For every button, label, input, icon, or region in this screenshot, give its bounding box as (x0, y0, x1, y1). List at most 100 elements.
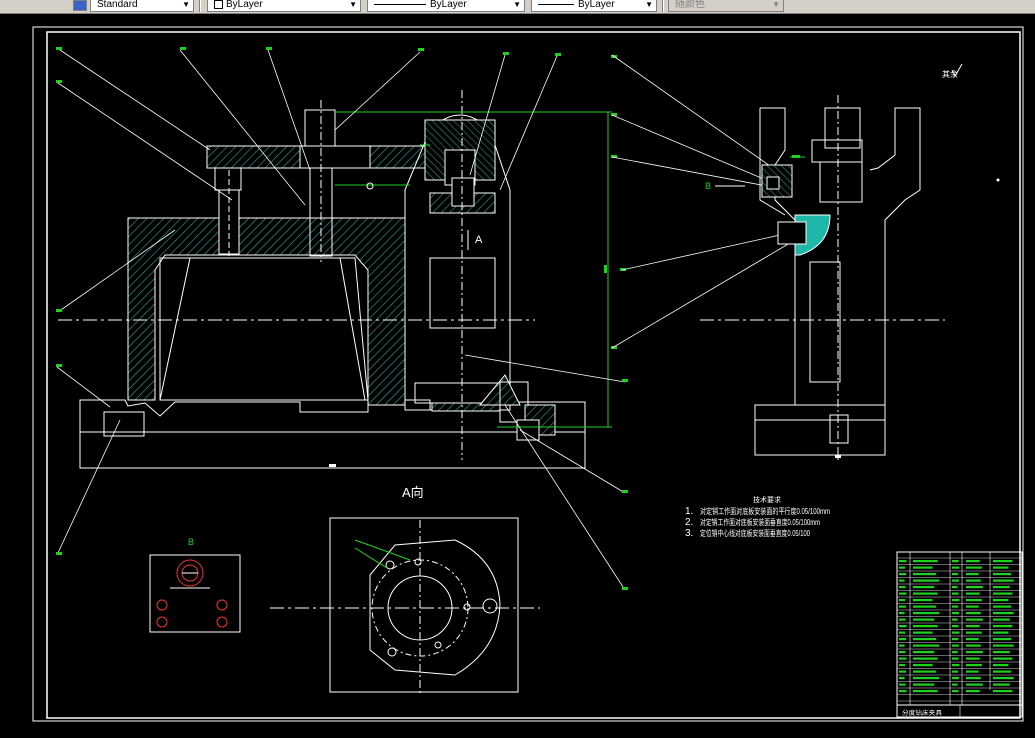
parts-list-cell (993, 612, 1014, 615)
parts-list-cell (952, 651, 958, 654)
lineweight-sample (538, 3, 574, 5)
parts-list-cell (913, 670, 936, 673)
parts-list-cell (899, 566, 906, 569)
parts-list-cell (952, 631, 960, 634)
parts-list-cell (993, 644, 1014, 647)
drawing-canvas[interactable]: A B 其余 A向 B 技术要求 1. 对定销工作面对底板安装面的平行度0.05… (0, 14, 1035, 738)
parts-list-cell (993, 638, 1012, 641)
parts-list-cell (966, 612, 981, 615)
parts-list-cell (966, 638, 979, 641)
view-a-title: A向 (402, 485, 424, 500)
parts-list-cell (966, 625, 980, 628)
parts-list-cell (899, 644, 905, 647)
parts-list-cell (966, 599, 982, 602)
tech-req-1-num: 1. (685, 506, 693, 517)
text-style-icon[interactable] (73, 0, 87, 11)
parts-list-cell (899, 677, 905, 680)
lineweight-dropdown[interactable]: ByLayer ▼ (531, 0, 657, 12)
parts-list-cell (966, 690, 980, 693)
parts-list-cell (952, 618, 958, 621)
view-a (270, 517, 540, 695)
linetype-sample (374, 3, 426, 5)
parts-list-cell (952, 599, 960, 602)
parts-list-cell (966, 631, 982, 634)
parts-list-cell (952, 605, 959, 608)
parts-list-cell (952, 657, 959, 660)
parts-list-cell (966, 683, 983, 686)
parts-list-cell (993, 560, 1013, 563)
parts-list-cell (913, 631, 933, 634)
parts-list-cell (966, 657, 980, 660)
parts-list-cell (913, 560, 938, 563)
parts-list-cell (993, 605, 1012, 608)
detail-b-title: B (188, 537, 194, 547)
parts-list-cell (899, 651, 906, 654)
parts-list-cell (913, 664, 933, 667)
parts-list-cell (899, 605, 907, 608)
parts-list-cell (993, 625, 1013, 628)
parts-list-cell (913, 566, 933, 569)
parts-list-cell (899, 586, 906, 589)
parts-list-cell (966, 651, 983, 654)
parts-list-cell (899, 638, 907, 641)
parts-list-cell (993, 592, 1013, 595)
parts-list-cell (899, 579, 905, 582)
parts-list-cell (913, 612, 940, 615)
parts-list-cell (993, 599, 1009, 602)
parts-list-cell (966, 677, 981, 680)
parts-list-cell (993, 683, 1010, 686)
parts-list-cell (913, 651, 935, 654)
parts-list-cell (966, 592, 980, 595)
parts-list-cell (899, 664, 906, 667)
parts-list-cell (913, 638, 936, 641)
parts-list-cell (913, 592, 938, 595)
parts-list-cell (952, 670, 959, 673)
parts-list-cell (966, 644, 981, 647)
parts-list-cell (993, 651, 1010, 654)
side-view (611, 54, 1000, 460)
parts-list-cell (966, 586, 983, 589)
tech-requirements: 技术要求 1. 对定销工作面对底板安装面的平行度0.05/100mm 2. 对定… (685, 495, 830, 539)
parts-list-cell (899, 631, 906, 634)
detail-b (149, 554, 241, 633)
parts-list-cell (966, 670, 979, 673)
layer-color-dropdown[interactable]: ByLayer ▼ (207, 0, 361, 12)
parts-list-cell (952, 677, 960, 680)
parts-list-cell (899, 573, 907, 576)
parts-list-cell (993, 573, 1012, 576)
text-style-dropdown[interactable]: Standard ▼ (90, 0, 194, 12)
parts-list-cell (952, 664, 960, 667)
parts-list-cell (913, 657, 938, 660)
parts-list-cell (952, 586, 958, 589)
parts-list-cell (993, 664, 1009, 667)
parts-list-cell (952, 579, 960, 582)
layer-color-value: ByLayer (226, 0, 263, 11)
tech-req-2-text: 对定销工作面对底板安装面垂直度0.05/100mm (700, 517, 820, 527)
parts-list-cell (913, 586, 935, 589)
parts-list-cell (952, 592, 959, 595)
parts-list-cell (966, 664, 982, 667)
front-view (58, 90, 612, 469)
chevron-down-icon: ▼ (182, 0, 190, 9)
parts-list-cell (952, 560, 959, 563)
parts-list-cell (952, 566, 960, 569)
parts-list-cell (899, 683, 906, 686)
parts-list-cell (899, 670, 907, 673)
parts-list-cell (952, 638, 959, 641)
tech-req-3-text: 定位销中心线对底板安装面垂直度0.05/100 (700, 528, 810, 538)
parts-list-cell (899, 657, 907, 660)
parts-list-cell (966, 560, 980, 563)
view-a-arrow-label: A (475, 234, 483, 246)
parts-list-cell (952, 644, 960, 647)
linetype-dropdown[interactable]: ByLayer ▼ (367, 0, 525, 12)
parts-list-cell (899, 625, 907, 628)
parts-list-cell (913, 644, 940, 647)
plot-style-dropdown[interactable]: 随颜色 ▼ (668, 0, 784, 12)
parts-list-cell (952, 573, 959, 576)
parts-list-cell (993, 670, 1012, 673)
detail-b-pointer-label: B (705, 181, 711, 191)
parts-list-cell (899, 618, 906, 621)
parts-list-cell (993, 690, 1013, 693)
parts-list-cell (966, 573, 979, 576)
parts-list-cell (899, 690, 907, 693)
